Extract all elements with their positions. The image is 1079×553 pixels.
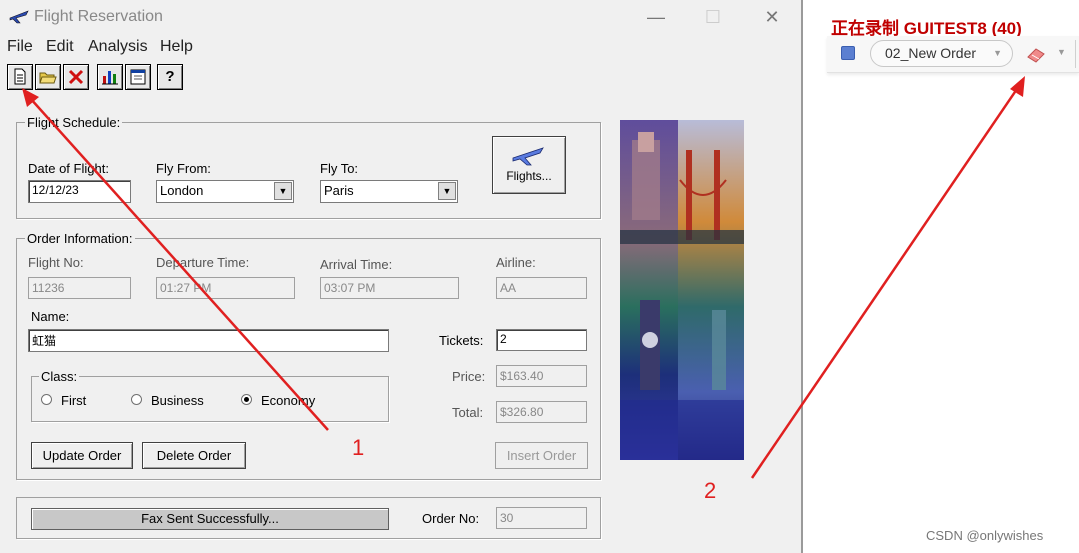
annotation-label-1: 1: [352, 435, 365, 460]
annotation-arrows: [22, 76, 1025, 479]
watermark: CSDN @onlywishes: [926, 528, 1044, 543]
annotation-label-2: 2: [704, 478, 717, 503]
